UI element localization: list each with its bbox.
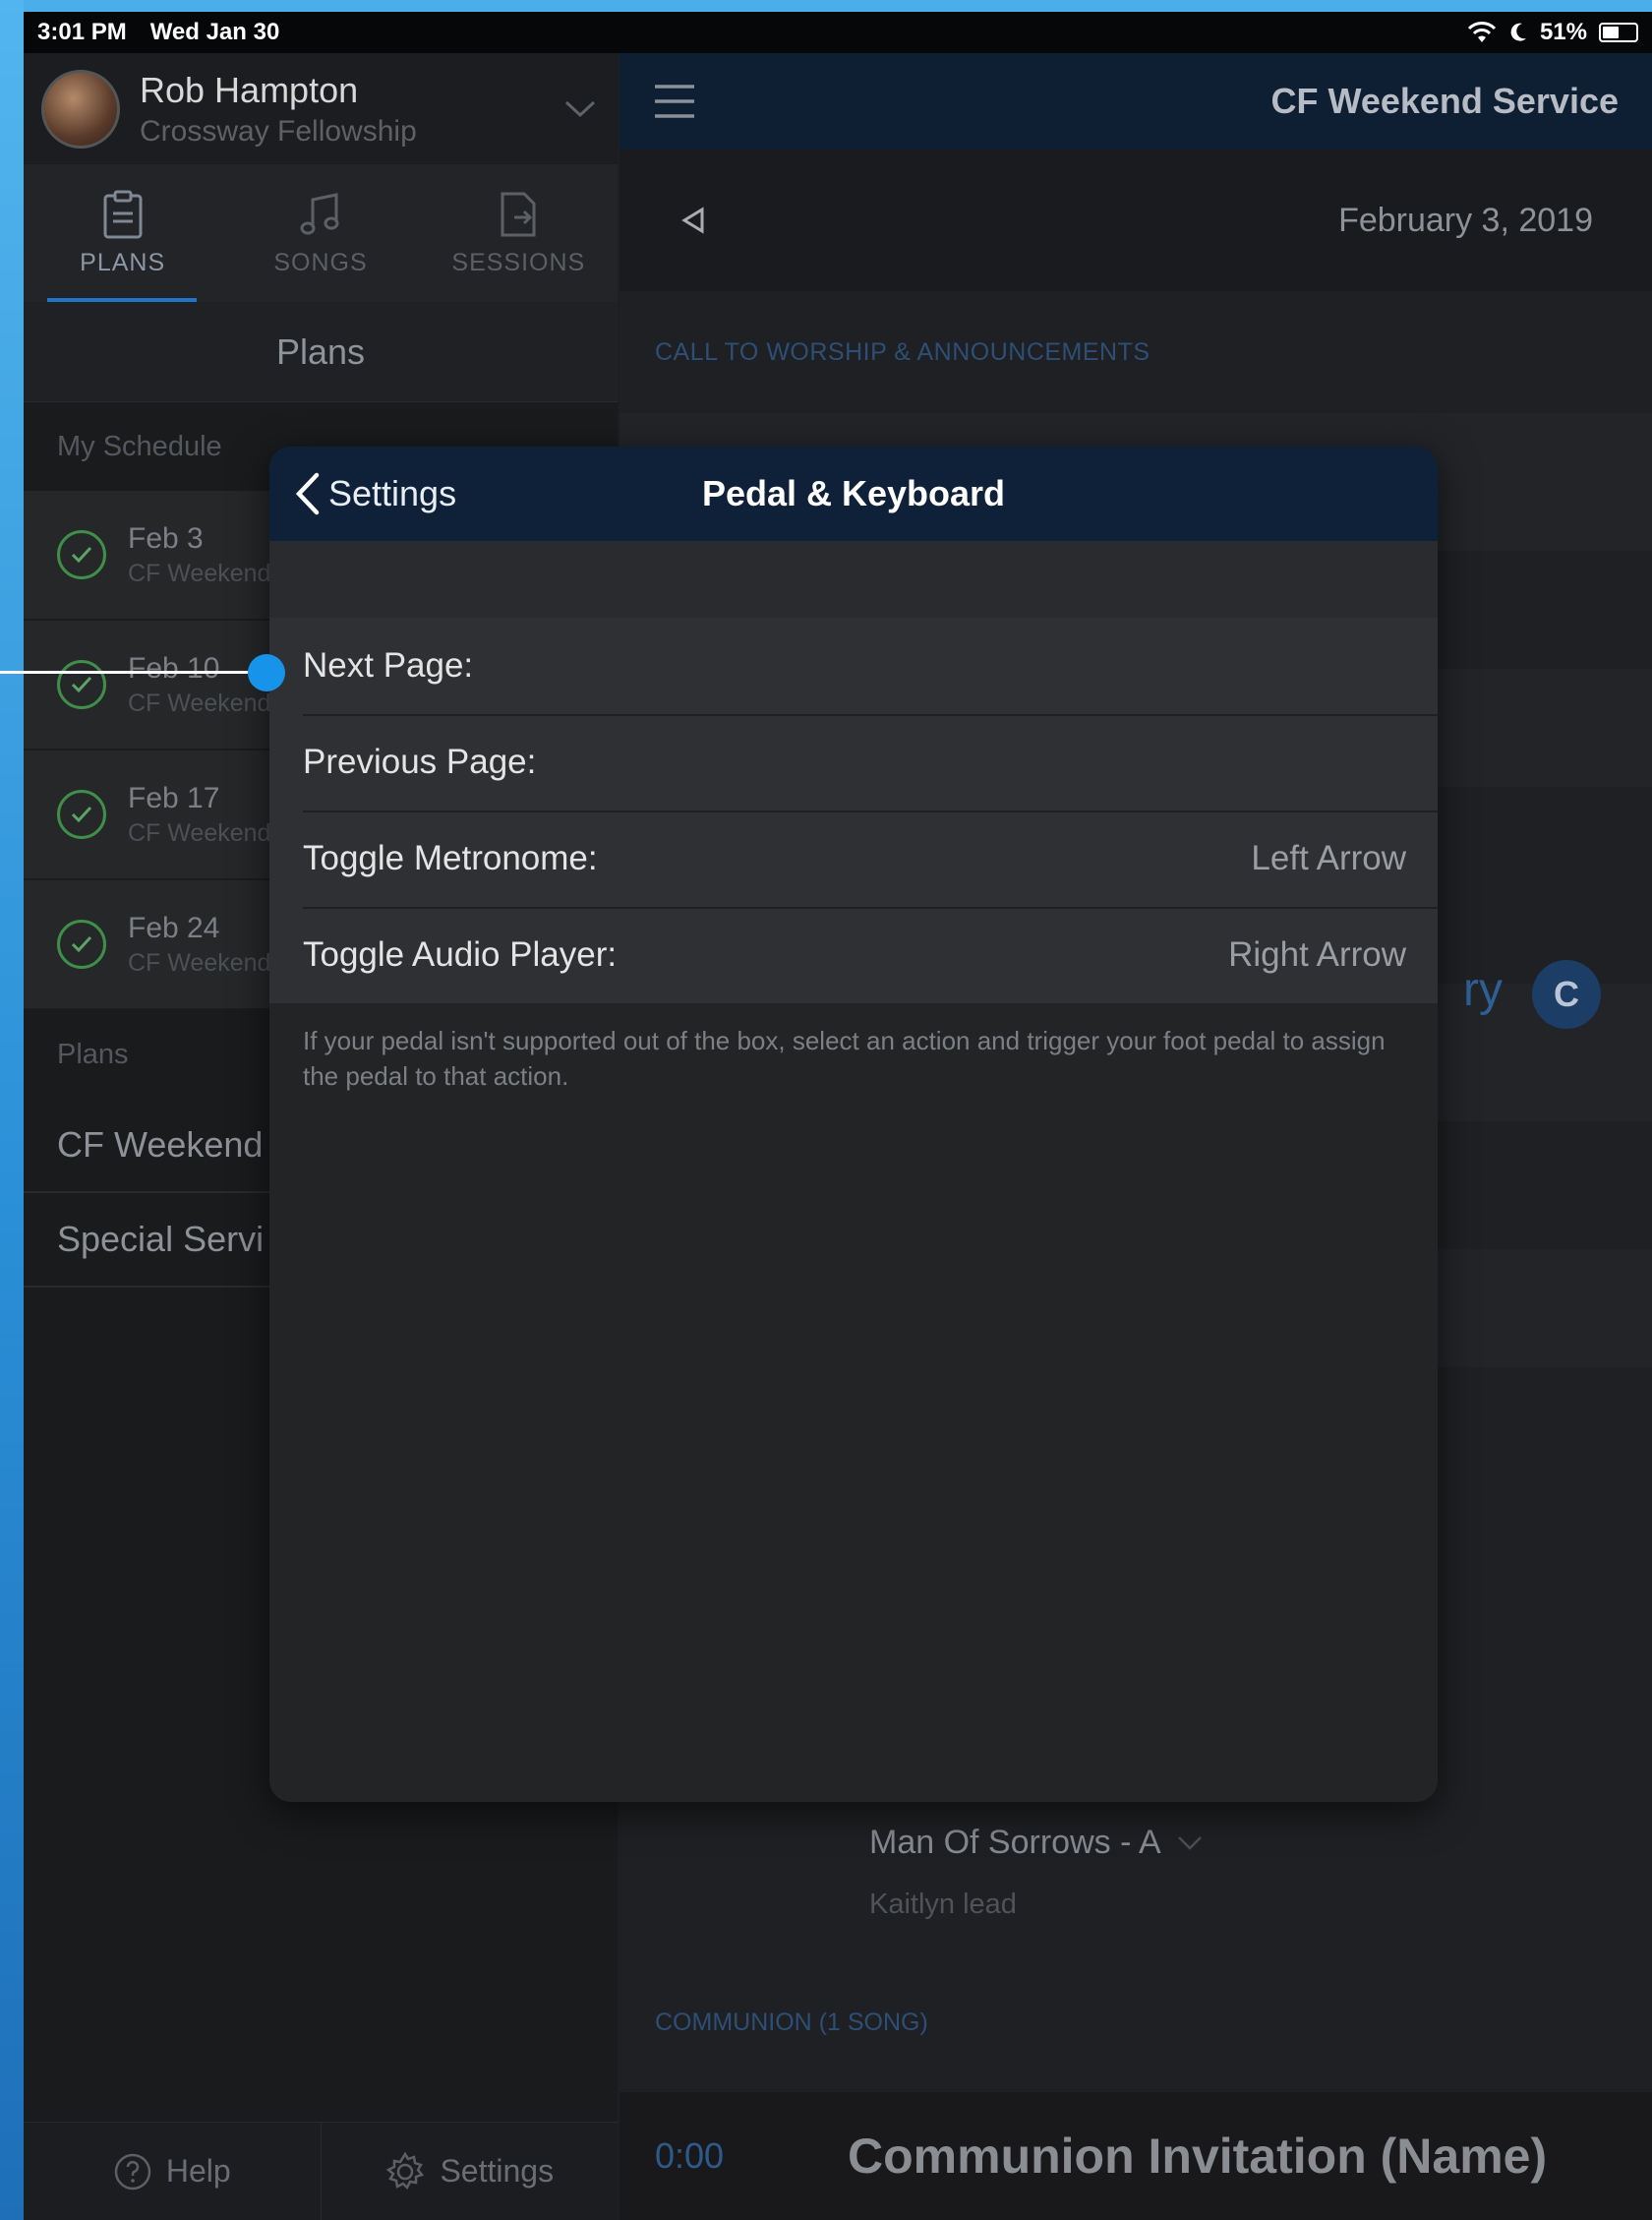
- section-heading: CALL TO WORSHIP & ANNOUNCEMENTS: [620, 291, 1652, 413]
- avatar: [41, 69, 120, 149]
- setting-label: Toggle Metronome:: [303, 839, 598, 877]
- help-button[interactable]: Help: [24, 2123, 321, 2220]
- sidebar-footer: Help Settings: [24, 2122, 618, 2220]
- pedal-help-note: If your pedal isn't supported out of the…: [303, 1026, 1386, 1091]
- setting-previous-page[interactable]: Previous Page:: [269, 714, 1438, 810]
- song-time: 0:00: [655, 2135, 725, 2176]
- back-triangle-icon[interactable]: [678, 206, 708, 235]
- tab-sessions[interactable]: SESSIONS: [420, 164, 618, 302]
- schedule-subtitle: CF Weekend: [128, 689, 271, 717]
- profile-name: Rob Hampton: [140, 69, 359, 110]
- sidebar-tabs: PLANS SONGS SESSIONS: [24, 164, 618, 302]
- song-note: Kaitlyn lead: [869, 1889, 1017, 1920]
- moon-icon: [1510, 23, 1526, 41]
- setting-label: Next Page:: [303, 646, 474, 685]
- item-title-fragment: ry: [1463, 964, 1503, 1016]
- check-circle-icon: [57, 790, 106, 839]
- date-bar: February 3, 2019: [620, 150, 1652, 291]
- profile-switcher[interactable]: Rob Hampton Crossway Fellowship: [24, 53, 618, 164]
- schedule-date: Feb 17: [128, 781, 220, 814]
- section-heading: COMMUNION (1 SONG): [655, 2009, 928, 2036]
- battery-percent: 51%: [1539, 19, 1587, 45]
- battery-icon: [1599, 23, 1638, 42]
- pedal-keyboard-modal: Settings Pedal & Keyboard Next Page: Pre…: [269, 447, 1438, 1802]
- help-label: Help: [165, 2153, 231, 2189]
- schedule-subtitle: CF Weekend: [128, 559, 271, 587]
- song-name: Communion Invitation (Name): [848, 2129, 1548, 2184]
- annotation-pointer-dot: [248, 654, 285, 691]
- help-icon: [114, 2153, 151, 2190]
- check-circle-icon: [57, 530, 106, 579]
- schedule-subtitle: CF Weekend: [128, 948, 271, 977]
- status-bar: 3:01 PM Wed Jan 30 51%: [24, 12, 1652, 53]
- schedule-subtitle: CF Weekend: [128, 818, 271, 847]
- music-note-icon: [300, 192, 339, 234]
- background-top: [0, 0, 1652, 12]
- back-label: Settings: [328, 473, 457, 513]
- gear-icon: [386, 2151, 425, 2190]
- sidebar-header: Plans: [24, 302, 618, 402]
- tab-plans[interactable]: PLANS: [24, 164, 221, 302]
- status-date: Wed Jan 30: [149, 19, 280, 45]
- background-edge: [0, 0, 24, 2220]
- song-row[interactable]: 0:00 Communion Invitation (Name): [620, 2092, 1652, 2220]
- setting-label: Previous Page:: [303, 743, 537, 781]
- pedal-settings-list: Next Page: Previous Page: Toggle Metrono…: [269, 618, 1438, 1003]
- chevron-down-icon[interactable]: [560, 90, 600, 129]
- tab-sessions-label: SESSIONS: [451, 248, 586, 276]
- setting-toggle-audio-player[interactable]: Toggle Audio Player: Right Arrow: [269, 907, 1438, 1003]
- schedule-date: Feb 3: [128, 521, 204, 555]
- chevron-left-icon: [295, 472, 320, 515]
- settings-label: Settings: [440, 2153, 555, 2189]
- status-right: 51%: [1467, 19, 1638, 46]
- setting-toggle-metronome[interactable]: Toggle Metronome: Left Arrow: [269, 810, 1438, 907]
- setting-label: Toggle Audio Player:: [303, 935, 618, 974]
- key-badge: C: [1532, 960, 1601, 1029]
- profile-organization: Crossway Fellowship: [140, 114, 417, 148]
- menu-icon[interactable]: [653, 83, 696, 120]
- wifi-icon: [1467, 22, 1497, 42]
- modal-spacer: [269, 541, 1438, 618]
- tab-songs-label: SONGS: [273, 248, 368, 276]
- ipad-screen: 3:01 PM Wed Jan 30 51% Rob Hampton Cross…: [24, 12, 1652, 2220]
- active-tab-indicator: [47, 298, 197, 302]
- modal-header: Settings Pedal & Keyboard: [269, 447, 1438, 541]
- setting-value: Right Arrow: [1228, 935, 1406, 974]
- session-icon: [501, 192, 536, 236]
- annotation-pointer-line: [0, 671, 267, 674]
- check-circle-icon: [57, 660, 106, 709]
- song-title[interactable]: Man Of Sorrows - A: [869, 1824, 1203, 1862]
- clipboard-icon: [103, 190, 143, 238]
- service-title: CF Weekend Service: [1270, 81, 1620, 121]
- tab-plans-label: PLANS: [80, 248, 166, 276]
- schedule-date: Feb 24: [128, 911, 220, 944]
- settings-button[interactable]: Settings: [320, 2123, 619, 2220]
- song-title-text: Man Of Sorrows - A: [869, 1824, 1161, 1861]
- status-time: 3:01 PM: [37, 19, 127, 45]
- top-bar: CF Weekend Service: [620, 53, 1652, 150]
- back-button[interactable]: Settings: [269, 472, 456, 515]
- check-circle-icon: [57, 920, 106, 969]
- tab-songs[interactable]: SONGS: [221, 164, 419, 302]
- chevron-down-icon: [1177, 1835, 1202, 1850]
- setting-value: Left Arrow: [1251, 839, 1406, 877]
- plan-date: February 3, 2019: [1338, 201, 1593, 239]
- setting-next-page[interactable]: Next Page:: [269, 618, 1438, 714]
